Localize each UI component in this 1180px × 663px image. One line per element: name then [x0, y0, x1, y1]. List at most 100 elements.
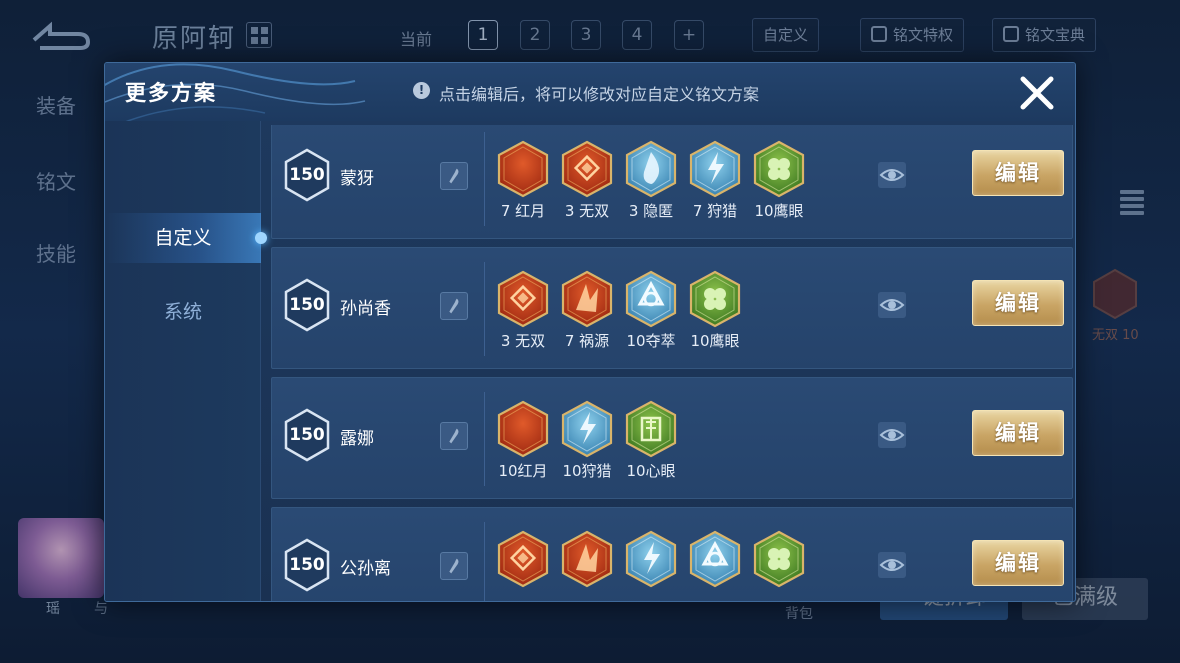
tab-custom[interactable]: 自定义 [105, 213, 267, 263]
flame-icon[interactable] [624, 140, 678, 198]
rune-label: 10心眼 [626, 462, 676, 480]
plan-name: 蒙犽 [340, 169, 374, 189]
rename-button[interactable] [440, 162, 468, 190]
side-nav-runes[interactable]: 铭文 [36, 166, 76, 195]
preview-button[interactable] [878, 422, 906, 448]
page-tab-3[interactable]: 3 [571, 20, 601, 50]
shard-icon[interactable] [560, 270, 614, 328]
gate-icon[interactable] [624, 400, 678, 458]
rename-button[interactable] [440, 292, 468, 320]
rune-codex-label: 铭文宝典 [1025, 26, 1086, 44]
diamond-icon[interactable] [496, 530, 550, 588]
pencil-icon [449, 428, 459, 444]
level-value: 150 [289, 425, 325, 445]
eye-icon [879, 169, 905, 181]
rune-label: 10鹰眼 [690, 332, 740, 350]
level-badge: 150 [284, 148, 330, 202]
edit-button[interactable]: 编辑 [972, 150, 1064, 196]
rename-button[interactable] [440, 552, 468, 580]
gift-icon [871, 26, 887, 42]
level-badge: 150 [284, 278, 330, 332]
plan-name: 孙尚香 [340, 299, 391, 319]
background-rune-label: 无双 10 [1092, 328, 1139, 343]
rune-codex-button[interactable]: 铭文宝典 [992, 18, 1097, 52]
tab-custom-label: 自定义 [154, 227, 212, 249]
plan-name: 公孙离 [340, 559, 391, 579]
page-tab-2[interactable]: 2 [520, 20, 550, 50]
eye-icon [879, 559, 905, 571]
diamond-icon[interactable] [560, 140, 614, 198]
eye-icon [879, 429, 905, 441]
lightning-icon[interactable] [688, 140, 742, 198]
knot-icon[interactable] [688, 530, 742, 588]
pencil-icon [449, 168, 459, 184]
rune-label: 7 红月 [500, 202, 546, 220]
edit-button[interactable]: 编辑 [972, 410, 1064, 456]
tab-system[interactable]: 系统 [105, 287, 261, 337]
hero-portrait[interactable] [18, 518, 104, 598]
preview-button[interactable] [878, 162, 906, 188]
row-divider [484, 262, 485, 356]
eye-icon [879, 299, 905, 311]
moon-icon[interactable] [496, 400, 550, 458]
clover-icon[interactable] [752, 530, 806, 588]
close-icon[interactable] [1017, 73, 1057, 113]
rename-button[interactable] [440, 422, 468, 450]
rune-label: 7 狩猎 [692, 202, 738, 220]
side-nav-skills[interactable]: 技能 [36, 238, 76, 267]
stack-icon[interactable] [1120, 190, 1144, 220]
rune-label: 10夺萃 [626, 332, 676, 350]
level-badge: 150 [284, 408, 330, 462]
current-label: 当前 [400, 30, 433, 49]
pencil-icon [449, 298, 459, 314]
custom-button[interactable]: 自定义 [752, 18, 820, 52]
page-tab-4[interactable]: 4 [622, 20, 652, 50]
hero-name: 原阿轲 [152, 24, 237, 54]
diamond-icon[interactable] [496, 270, 550, 328]
knot-icon[interactable] [624, 270, 678, 328]
tab-system-label: 系统 [163, 301, 202, 323]
modal-header: 更多方案 ! 点击编辑后，将可以修改对应自定义铭文方案 [105, 63, 1075, 127]
more-plans-modal: 更多方案 ! 点击编辑后，将可以修改对应自定义铭文方案 自定义 系统 150 蒙… [104, 62, 1076, 602]
top-bar: 原阿轲 当前 1 2 3 4 + 自定义 铭文特权 铭文宝典 [0, 0, 1180, 62]
lightning-icon[interactable] [624, 530, 678, 588]
bag-label[interactable]: 背包 [785, 603, 813, 623]
rune-label: 7 祸源 [564, 332, 610, 350]
plan-row: 150 蒙犽 7 红月 3 无双 3 隐匿 7 狩猎 10鹰眼 编辑 [271, 125, 1073, 239]
edit-button[interactable]: 编辑 [972, 540, 1064, 586]
edit-button[interactable]: 编辑 [972, 280, 1064, 326]
rune-label: 10狩猎 [562, 462, 612, 480]
moon-icon[interactable] [496, 140, 550, 198]
row-divider [484, 132, 485, 226]
rune-privilege-button[interactable]: 铭文特权 [860, 18, 965, 52]
preview-button[interactable] [878, 292, 906, 318]
clover-icon[interactable] [688, 270, 742, 328]
shard-icon[interactable] [560, 530, 614, 588]
level-value: 150 [289, 165, 325, 185]
rune-label: 10鹰眼 [754, 202, 804, 220]
lightning-icon[interactable] [560, 400, 614, 458]
side-nav-equipment[interactable]: 装备 [36, 90, 76, 119]
rune-label: 10红月 [498, 462, 548, 480]
page-tab-1[interactable]: 1 [468, 20, 498, 50]
plan-row: 150 公孙离 编辑 [271, 507, 1073, 601]
pencil-icon [449, 558, 459, 574]
clover-icon[interactable] [752, 140, 806, 198]
rune-privilege-label: 铭文特权 [893, 26, 954, 44]
modal-title: 更多方案 [125, 81, 217, 105]
level-value: 150 [289, 295, 325, 315]
grid-icon[interactable] [246, 22, 272, 48]
plan-name: 露娜 [340, 429, 374, 449]
preview-button[interactable] [878, 552, 906, 578]
back-arrow-icon[interactable] [30, 18, 92, 52]
plan-row: 150 露娜 10红月 10狩猎 10心眼 编辑 [271, 377, 1073, 499]
book-icon [1003, 26, 1019, 42]
plan-list[interactable]: 150 蒙犽 7 红月 3 无双 3 隐匿 7 狩猎 10鹰眼 编辑 150 孙… [271, 125, 1073, 601]
plan-row: 150 孙尚香 3 无双 7 祸源 10夺萃 10鹰眼 编辑 [271, 247, 1073, 369]
level-value: 150 [289, 555, 325, 575]
level-badge: 150 [284, 538, 330, 592]
active-tab-indicator [255, 232, 267, 244]
page-tab-add[interactable]: + [674, 20, 704, 50]
hint-text: 点击编辑后，将可以修改对应自定义铭文方案 [439, 85, 760, 104]
rune-label: 3 无双 [500, 332, 546, 350]
